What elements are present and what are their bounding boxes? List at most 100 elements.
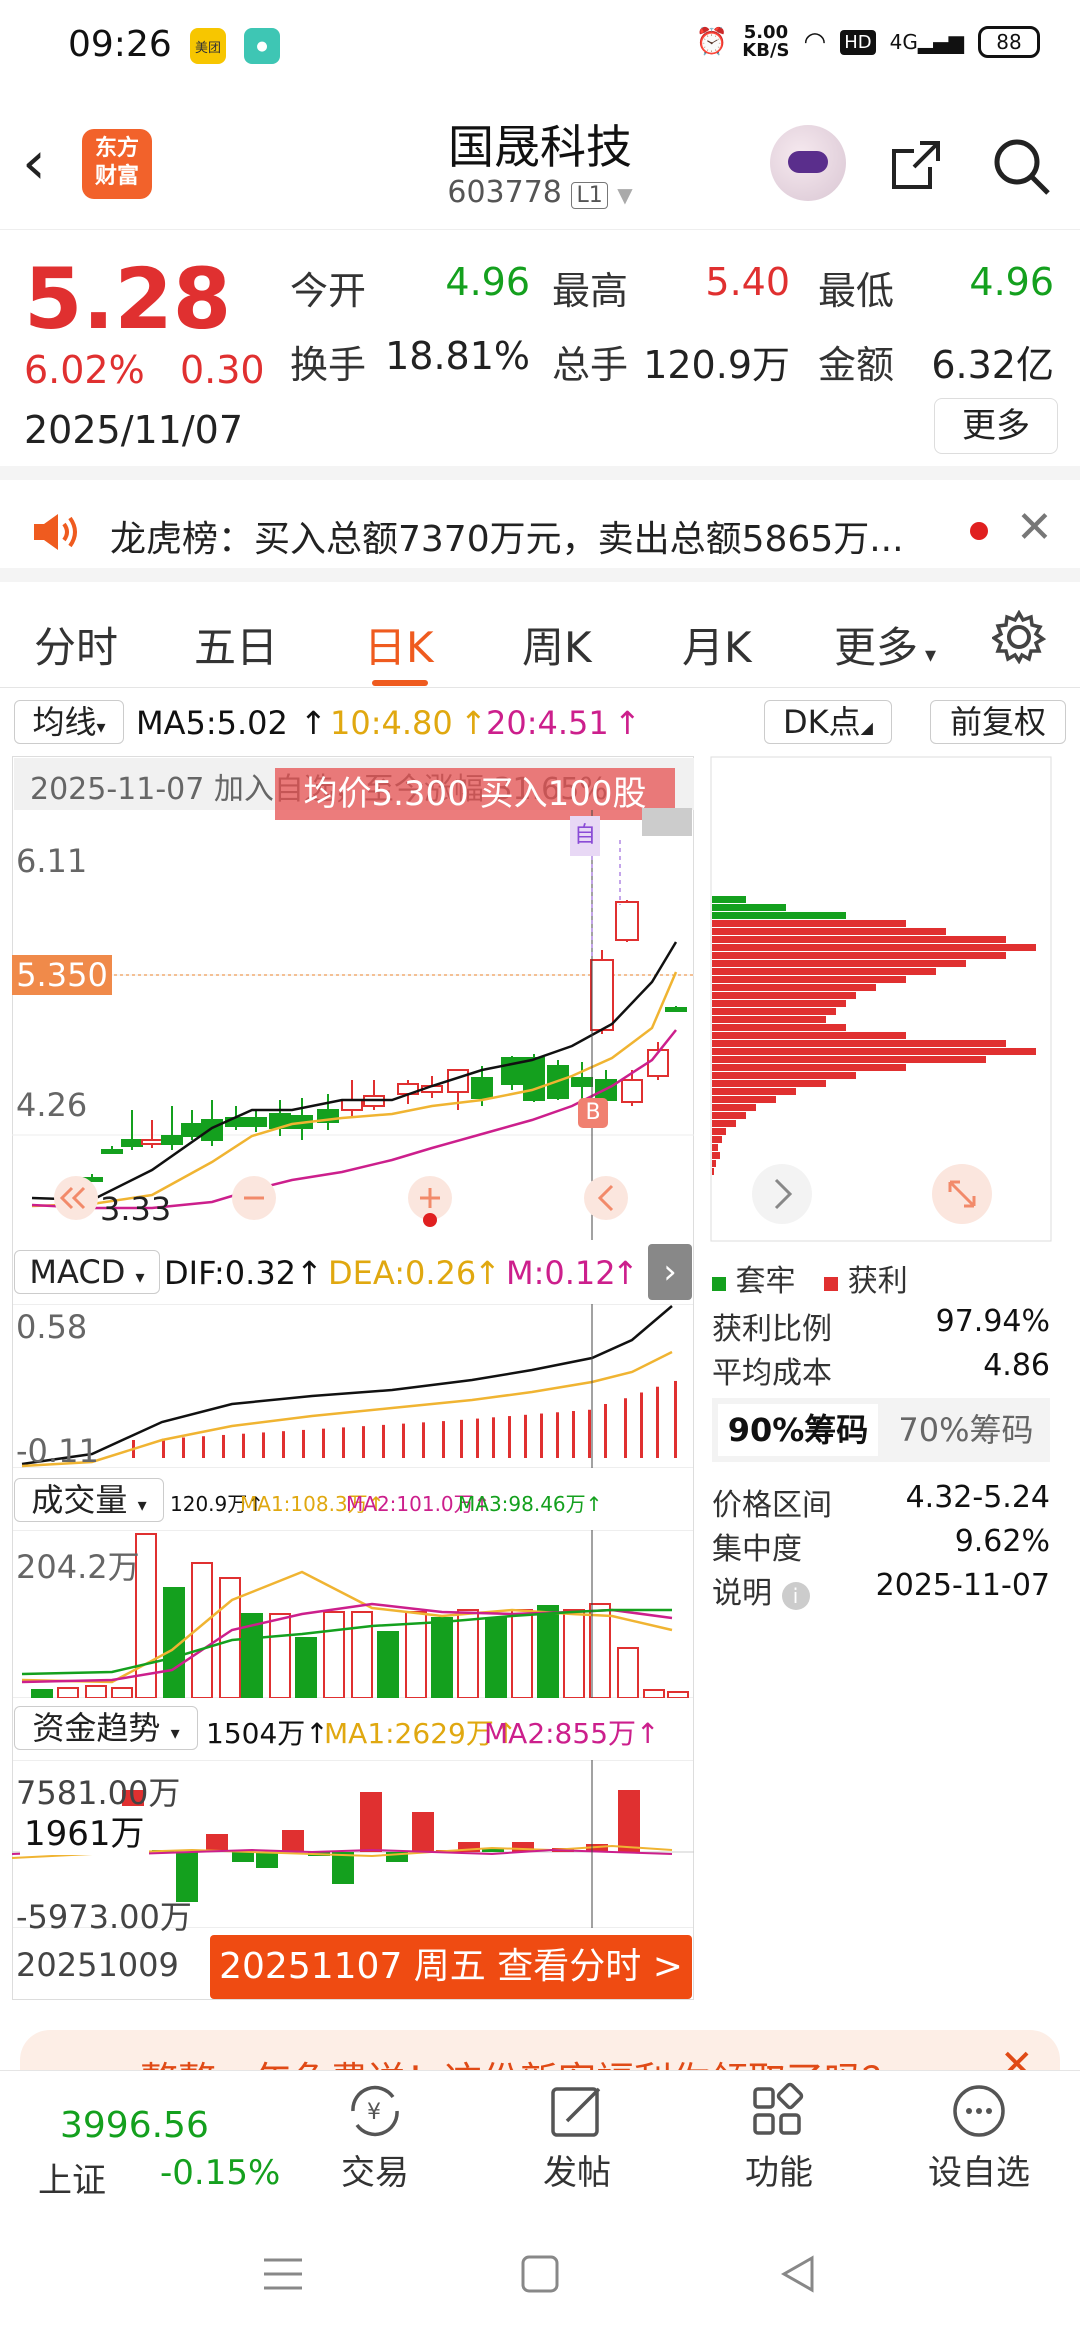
macd-bar bbox=[476, 1418, 479, 1458]
macd-bar bbox=[402, 1423, 405, 1458]
chip-bar bbox=[712, 944, 1036, 951]
menu-nav-icon[interactable] bbox=[262, 2254, 304, 2294]
volume-bar bbox=[323, 1611, 345, 1698]
tab-five-day[interactable]: 五日 bbox=[194, 614, 278, 675]
change-percent: 6.02% bbox=[24, 348, 145, 392]
tab-weekly-k[interactable]: 周K bbox=[522, 614, 592, 675]
candle-body bbox=[101, 1149, 123, 1154]
macd-bar bbox=[572, 1411, 575, 1458]
adjust-button[interactable]: 前复权 bbox=[930, 700, 1066, 744]
volume-bar bbox=[351, 1611, 373, 1698]
macd-selector[interactable]: MACD ▾ bbox=[14, 1250, 160, 1294]
tab-daily-k[interactable]: 日K bbox=[364, 614, 434, 675]
chip-bar bbox=[712, 912, 846, 919]
macd-bar bbox=[524, 1414, 527, 1458]
volume-bar bbox=[57, 1687, 79, 1698]
expand-indicator-icon[interactable]: › bbox=[648, 1244, 692, 1300]
fund-bar bbox=[206, 1834, 228, 1852]
index-name[interactable]: 上证 bbox=[38, 2153, 106, 2202]
edit-icon bbox=[551, 2087, 601, 2137]
volume-bar bbox=[377, 1631, 399, 1698]
signal-icon: 4G▂▄▆ bbox=[889, 30, 964, 54]
bottom-toolbar: 3996.56 上证 -0.15% ¥ 交易 发帖 功能 设自选 bbox=[0, 2070, 1080, 2210]
volume-bar bbox=[589, 1603, 611, 1698]
chip-bar bbox=[712, 1008, 836, 1015]
volume-value: 120.9万 bbox=[643, 343, 790, 387]
tab-minute[interactable]: 分时 bbox=[34, 614, 118, 675]
volume-bar bbox=[511, 1609, 533, 1698]
tab-more[interactable]: 更多 ▾ bbox=[834, 614, 936, 675]
tab-chip-70[interactable]: 70%筹码 bbox=[886, 1404, 1046, 1456]
news-text: 龙虎榜：买入总额7370万元，卖出总额5865万... bbox=[110, 519, 904, 560]
ma5-value: MA5:5.02 bbox=[136, 704, 288, 742]
kline-chart[interactable] bbox=[12, 810, 694, 1240]
fund-trend-selector[interactable]: 资金趋势 ▾ bbox=[14, 1706, 198, 1750]
home-nav-icon[interactable] bbox=[520, 2254, 560, 2294]
yen-cycle-icon: ¥ bbox=[351, 2085, 399, 2137]
ma-selector[interactable]: 均线▾ bbox=[14, 700, 124, 744]
fund-value: 1504万↑ bbox=[206, 1717, 329, 1750]
note-date: 2025-11-07 bbox=[875, 1568, 1050, 1603]
more-button[interactable]: 更多 bbox=[934, 398, 1058, 454]
candle-body bbox=[141, 1139, 163, 1145]
index-change[interactable]: -0.15% bbox=[160, 2153, 280, 2193]
assistant-avatar-icon[interactable] bbox=[770, 125, 846, 201]
more-dots-icon bbox=[953, 2085, 1005, 2137]
chip-bar bbox=[712, 1024, 846, 1031]
dk-point-button[interactable]: DK点◢ bbox=[764, 700, 892, 744]
volume-bar bbox=[31, 1689, 53, 1698]
settings-gear-icon[interactable] bbox=[992, 610, 1046, 664]
chip-bar bbox=[712, 1128, 726, 1135]
chip-bar bbox=[712, 1072, 856, 1079]
macd-axis-top: 0.58 bbox=[16, 1308, 88, 1346]
candle-body bbox=[621, 1079, 643, 1103]
buy-marker: B bbox=[578, 1098, 608, 1128]
ma5-arrow: ↑ bbox=[300, 704, 327, 742]
chip-bar bbox=[712, 1152, 720, 1159]
battery-icon: 88 bbox=[978, 26, 1040, 58]
post-button[interactable]: 发帖 bbox=[512, 2081, 642, 2194]
volume-label: 总手 bbox=[552, 343, 629, 387]
back-nav-icon[interactable] bbox=[778, 2254, 818, 2294]
low-label: 最低 bbox=[818, 269, 895, 313]
chip-distribution-chart[interactable] bbox=[710, 756, 1052, 1242]
chip-bar bbox=[712, 976, 906, 983]
avg-cost-label: 平均成本 bbox=[712, 1356, 832, 1391]
tab-chip-90[interactable]: 90%筹码 bbox=[718, 1404, 878, 1456]
news-ticker[interactable]: 龙虎榜：买入总额7370万元，卖出总额5865万... ✕ bbox=[0, 480, 1080, 582]
view-minute-button[interactable]: 20251107 周五 查看分时 > bbox=[210, 1935, 692, 1999]
trade-button[interactable]: ¥ 交易 bbox=[310, 2081, 440, 2194]
index-value[interactable]: 3996.56 bbox=[60, 2105, 209, 2146]
grid-icon bbox=[753, 2082, 804, 2135]
volume-bar bbox=[643, 1689, 665, 1698]
volume-selector[interactable]: 成交量 ▾ bbox=[14, 1478, 164, 1522]
price-range-value: 4.32-5.24 bbox=[905, 1480, 1050, 1515]
share-icon[interactable] bbox=[886, 135, 946, 195]
fund-current: 1961万 bbox=[20, 1806, 149, 1855]
macd-bar bbox=[656, 1386, 659, 1458]
note-label: 说明 i bbox=[712, 1568, 810, 1612]
macd-bar bbox=[556, 1412, 559, 1458]
fund-ma2: MA2:855万↑ bbox=[484, 1717, 660, 1750]
add-watchlist-button[interactable]: 设自选 bbox=[914, 2081, 1044, 2194]
tab-monthly-k[interactable]: 月K bbox=[682, 614, 752, 675]
candle-body bbox=[471, 1077, 493, 1099]
fund-bar bbox=[232, 1852, 254, 1862]
chip-bar bbox=[712, 1000, 846, 1007]
speaker-icon bbox=[34, 514, 77, 550]
candle-body bbox=[341, 1099, 363, 1111]
search-icon[interactable] bbox=[990, 135, 1052, 197]
svg-text:¥: ¥ bbox=[367, 2100, 381, 2125]
macd-bar bbox=[262, 1432, 265, 1458]
macd-bar bbox=[540, 1413, 543, 1458]
function-button[interactable]: 功能 bbox=[714, 2081, 844, 2194]
latest-marker bbox=[642, 808, 692, 836]
chip-bar bbox=[712, 1064, 906, 1071]
macd-bar bbox=[342, 1427, 345, 1458]
amount-value: 6.32亿 bbox=[931, 343, 1054, 387]
chip-bar bbox=[712, 1112, 746, 1119]
macd-axis-bottom: -0.11 bbox=[16, 1432, 99, 1470]
chip-bar bbox=[712, 1104, 756, 1111]
concentration-label: 集中度 bbox=[712, 1532, 802, 1567]
close-icon[interactable]: ✕ bbox=[1016, 502, 1053, 553]
